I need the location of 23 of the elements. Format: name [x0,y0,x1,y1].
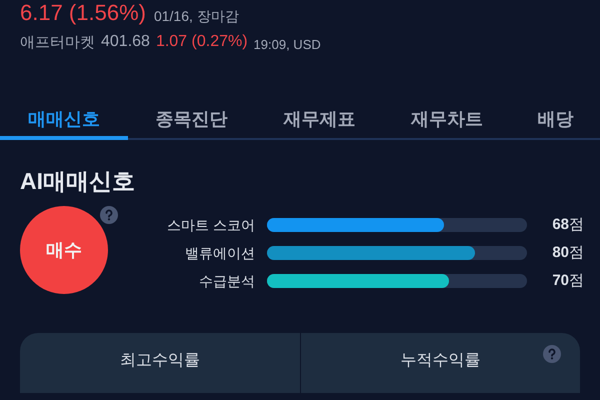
price-change: 6.17 (1.56%) [20,2,146,24]
score-label: 밸류에이션 [184,244,256,262]
after-market-label: 애프터마켓 [20,32,95,52]
quote-time: 01/16, 장마감 [154,9,239,23]
help-icon[interactable] [543,345,561,363]
tab[interactable]: 매매신호 [0,102,128,140]
after-market-price: 401.68 [101,32,150,52]
buy-signal-badge: 매수 [20,206,108,294]
tab[interactable]: 종목진단 [128,102,256,140]
column-header: 누적수익률 [400,353,480,371]
after-market-time: 19:09, USD [254,36,321,54]
tab[interactable]: 재무제표 [256,102,384,140]
score-label: 수급분석 [198,272,256,290]
after-market-change: 1.07 (0.27%) [156,32,248,52]
column-header: 최고수익률 [120,353,200,371]
tab[interactable]: 재무차트 [383,102,512,140]
score-value: 68점 [552,214,584,235]
help-icon[interactable] [100,206,118,224]
score-value: 70점 [552,270,584,291]
score-label: 스마트 스코어 [166,216,256,234]
score-value: 80점 [552,242,584,263]
section-title: AI매매신호 [19,170,136,193]
tab[interactable]: 배당 [511,102,600,140]
